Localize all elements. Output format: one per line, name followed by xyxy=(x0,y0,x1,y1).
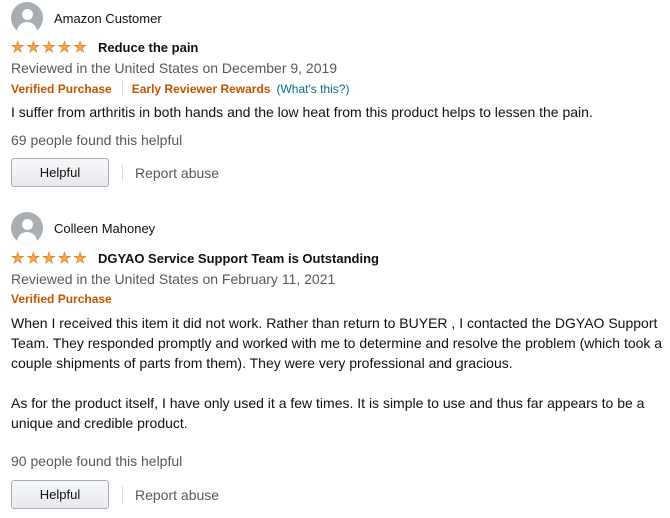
divider xyxy=(122,164,123,181)
verified-purchase-badge: Verified Purchase xyxy=(11,82,112,96)
report-abuse-link[interactable]: Report abuse xyxy=(135,487,219,503)
review-body: I suffer from arthritis in both hands an… xyxy=(11,102,666,122)
divider xyxy=(122,486,123,503)
star-icon: ★ xyxy=(73,39,87,56)
review-paragraph: As for the product itself, I have only u… xyxy=(11,395,645,431)
avatar-icon xyxy=(11,212,43,244)
star-icon: ★ xyxy=(73,250,87,267)
divider xyxy=(121,81,123,97)
helpful-count: 69 people found this helpful xyxy=(11,132,183,148)
star-icon: ★ xyxy=(42,39,56,56)
review-title[interactable]: Reduce the pain xyxy=(98,40,198,55)
early-reviewer-badge: Early Reviewer Rewards xyxy=(131,82,271,96)
review-date: Reviewed in the United States on Decembe… xyxy=(11,60,338,76)
reviewer-profile[interactable]: Colleen Mahoney xyxy=(11,212,155,244)
review-paragraph: I suffer from arthritis in both hands an… xyxy=(11,104,593,120)
review-date: Reviewed in the United States on Februar… xyxy=(11,271,336,287)
helpful-count: 90 people found this helpful xyxy=(11,453,183,469)
star-icon: ★ xyxy=(11,39,25,56)
review-paragraph: When I received this item it did not wor… xyxy=(11,315,663,371)
star-rating[interactable]: ★ ★ ★ ★ ★ xyxy=(11,39,89,56)
whats-this-link[interactable]: (What's this?) xyxy=(276,82,349,96)
avatar-icon xyxy=(11,2,43,34)
star-rating[interactable]: ★ ★ ★ ★ ★ xyxy=(11,250,89,267)
star-icon: ★ xyxy=(57,39,72,56)
star-icon: ★ xyxy=(42,250,56,267)
report-abuse-link[interactable]: Report abuse xyxy=(135,165,219,181)
star-icon: ★ xyxy=(26,250,41,267)
star-icon: ★ xyxy=(57,250,72,267)
reviewer-name[interactable]: Colleen Mahoney xyxy=(54,221,155,236)
helpful-button[interactable]: Helpful xyxy=(11,158,109,187)
star-icon: ★ xyxy=(26,39,41,56)
reviewer-profile[interactable]: Amazon Customer xyxy=(11,2,162,34)
helpful-button[interactable]: Helpful xyxy=(11,480,109,509)
reviewer-name[interactable]: Amazon Customer xyxy=(54,11,162,26)
review-body: When I received this item it did not wor… xyxy=(11,313,666,433)
verified-purchase-badge: Verified Purchase xyxy=(11,292,112,306)
star-icon: ★ xyxy=(11,250,25,267)
review-title[interactable]: DGYAO Service Support Team is Outstandin… xyxy=(98,251,379,266)
